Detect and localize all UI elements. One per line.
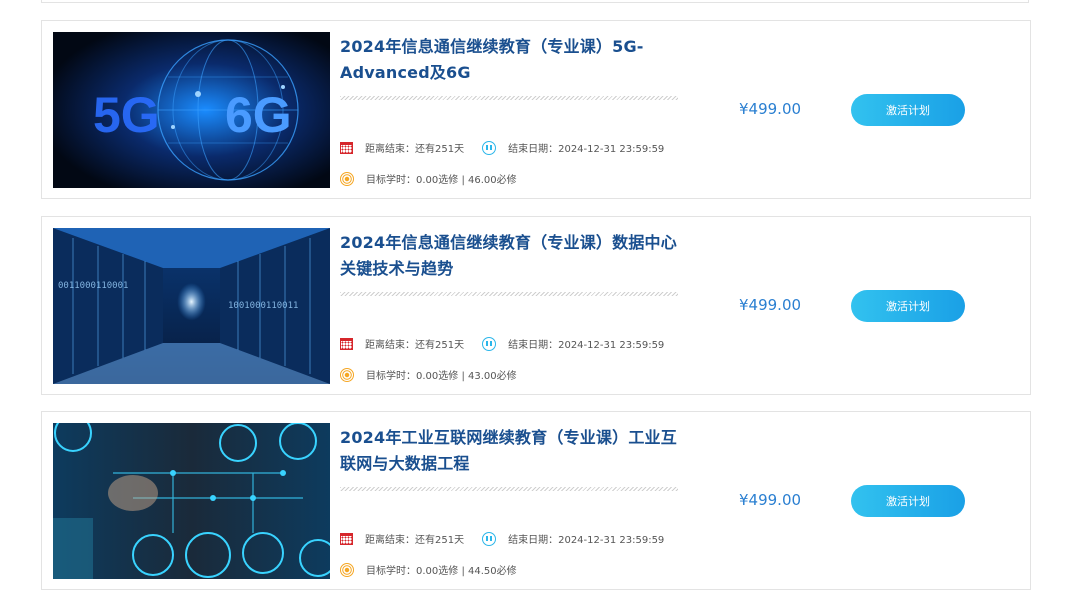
course-title[interactable]: 2024年信息通信继续教育（专业课）5G-Advanced及6G xyxy=(340,34,680,86)
svg-text:0011000110001: 0011000110001 xyxy=(58,281,128,291)
course-thumbnail-5g-6g[interactable]: 5G 6G xyxy=(53,32,330,188)
course-card: 0011000110001 1001000110011 2024年信息通信继续教… xyxy=(41,216,1031,395)
target-hours-text: 目标学时：0.00选修 | 44.50必修 xyxy=(366,566,517,577)
course-schedule-row: 距离结束：还有251天 结束日期：2024-12-31 23:59:59 xyxy=(340,531,664,546)
target-icon xyxy=(340,562,354,577)
end-date-text: 结束日期：2024-12-31 23:59:59 xyxy=(508,535,665,546)
activate-plan-button[interactable]: 激活计划 xyxy=(851,290,965,322)
calendar-icon xyxy=(340,141,353,154)
course-card: 2024年工业互联网继续教育（专业课）工业互联网与大数据工程 距离结束：还有25… xyxy=(41,411,1031,590)
course-price: ¥499.00 xyxy=(739,100,802,118)
clock-icon xyxy=(482,531,497,546)
course-card: 5G 6G 2024年信息通信继续教育（专业课）5G-Advanced及6G 距… xyxy=(41,20,1031,199)
countdown-text: 距离结束：还有251天 xyxy=(365,144,465,155)
countdown-text: 距离结束：还有251天 xyxy=(365,340,465,351)
calendar-icon xyxy=(340,532,353,545)
svg-text:5G: 5G xyxy=(93,87,160,143)
svg-text:6G: 6G xyxy=(225,87,292,143)
title-divider xyxy=(340,292,678,296)
target-icon xyxy=(340,171,354,186)
svg-text:1001000110011: 1001000110011 xyxy=(228,301,298,311)
course-price: ¥499.00 xyxy=(739,296,802,314)
target-hours-text: 目标学时：0.00选修 | 43.00必修 xyxy=(366,371,517,382)
course-thumbnail-industrial-internet[interactable] xyxy=(53,423,330,579)
calendar-icon xyxy=(340,337,353,350)
end-date-text: 结束日期：2024-12-31 23:59:59 xyxy=(508,340,665,351)
title-divider xyxy=(340,487,678,491)
title-divider xyxy=(340,96,678,100)
activate-plan-button[interactable]: 激活计划 xyxy=(851,485,965,517)
course-schedule-row: 距离结束：还有251天 结束日期：2024-12-31 23:59:59 xyxy=(340,336,664,351)
target-icon xyxy=(340,367,354,382)
course-title[interactable]: 2024年工业互联网继续教育（专业课）工业互联网与大数据工程 xyxy=(340,425,680,477)
end-date-text: 结束日期：2024-12-31 23:59:59 xyxy=(508,144,665,155)
course-price: ¥499.00 xyxy=(739,491,802,509)
countdown-text: 距离结束：还有251天 xyxy=(365,535,465,546)
clock-icon xyxy=(482,336,497,351)
target-hours-text: 目标学时：0.00选修 | 46.00必修 xyxy=(366,175,517,186)
clock-icon xyxy=(482,140,497,155)
course-thumbnail-data-center[interactable]: 0011000110001 1001000110011 xyxy=(53,228,330,384)
course-hours-row: 目标学时：0.00选修 | 44.50必修 xyxy=(340,562,517,577)
course-title[interactable]: 2024年信息通信继续教育（专业课）数据中心关键技术与趋势 xyxy=(340,230,680,282)
course-schedule-row: 距离结束：还有251天 结束日期：2024-12-31 23:59:59 xyxy=(340,140,664,155)
activate-plan-button[interactable]: 激活计划 xyxy=(851,94,965,126)
course-hours-row: 目标学时：0.00选修 | 43.00必修 xyxy=(340,367,517,382)
course-hours-row: 目标学时：0.00选修 | 46.00必修 xyxy=(340,171,517,186)
previous-course-card-edge xyxy=(41,0,1029,3)
